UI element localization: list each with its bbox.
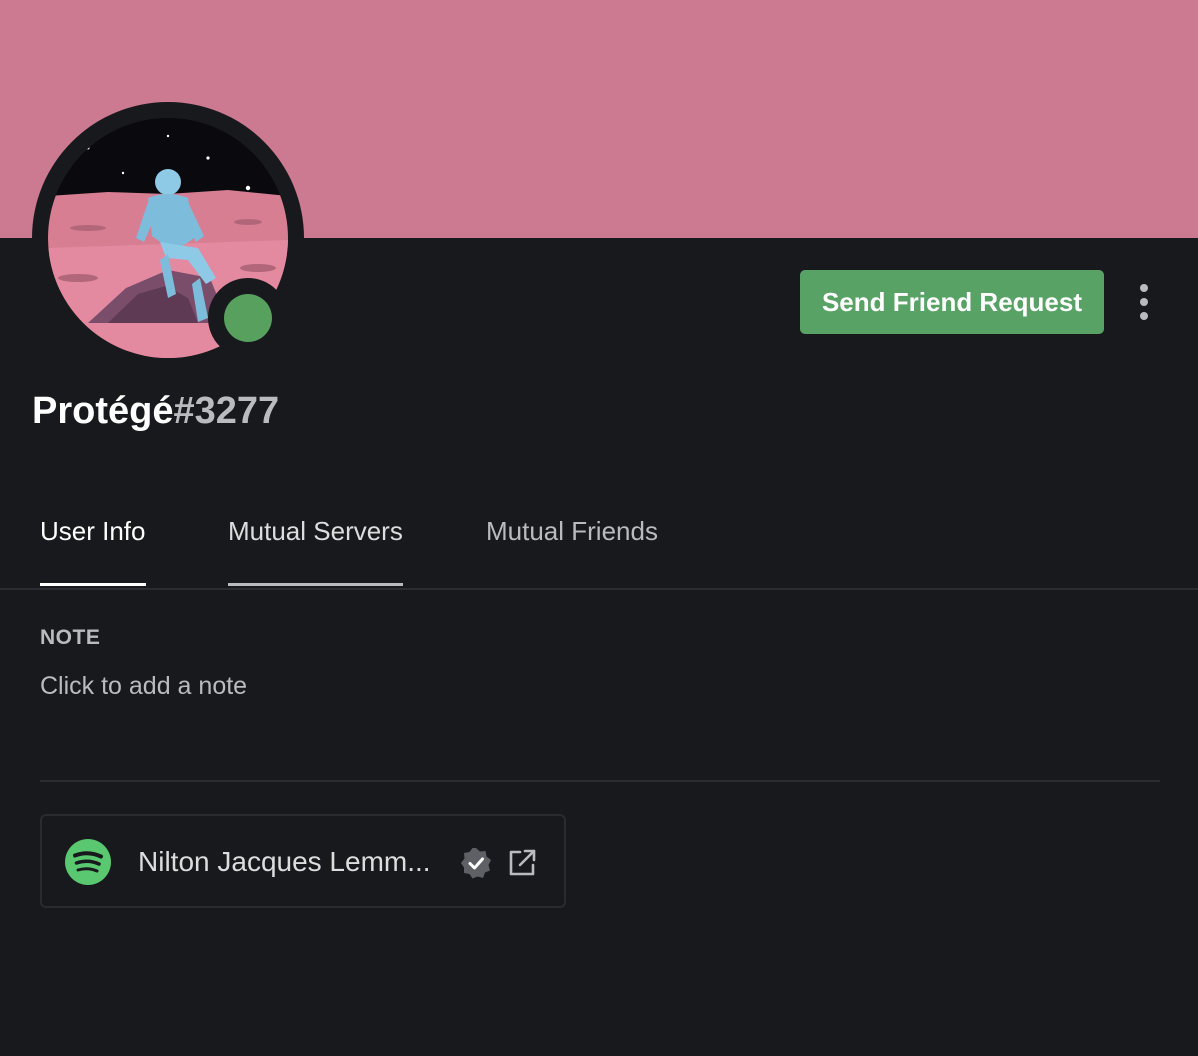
- section-divider: [40, 780, 1160, 782]
- tab-mutual-friends[interactable]: Mutual Friends: [486, 500, 658, 586]
- connected-account-spotify: Nilton Jacques Lemm...: [40, 814, 566, 908]
- external-link-icon[interactable]: [506, 847, 538, 879]
- more-vertical-icon[interactable]: [1124, 278, 1164, 326]
- tab-label: Mutual Friends: [486, 516, 658, 546]
- profile-tab-bar: User Info Mutual Servers Mutual Friends: [40, 500, 1160, 588]
- username: Protégé: [32, 390, 174, 432]
- spotify-icon: [65, 839, 111, 885]
- tab-label: User Info: [40, 516, 146, 546]
- tab-user-info[interactable]: User Info: [40, 500, 146, 586]
- tab-divider: [0, 588, 1198, 590]
- note-header: NOTE: [40, 626, 101, 649]
- avatar-wrapper: [32, 102, 304, 374]
- more-dot: [1140, 284, 1148, 292]
- verified-badge-icon: [461, 848, 491, 879]
- tab-active-underline: [40, 583, 146, 586]
- connection-account-name: Nilton Jacques Lemm...: [138, 846, 431, 877]
- online-status-icon: [224, 294, 272, 342]
- tab-mutual-servers[interactable]: Mutual Servers: [228, 500, 403, 586]
- tab-label: Mutual Servers: [228, 516, 403, 546]
- more-dot: [1140, 298, 1148, 306]
- more-dot: [1140, 312, 1148, 320]
- status-indicator-ring: [208, 278, 288, 358]
- send-friend-request-button[interactable]: Send Friend Request: [800, 270, 1104, 334]
- discriminator: #3277: [173, 390, 280, 432]
- note-input[interactable]: Click to add a note: [40, 672, 247, 701]
- user-profile-modal: Send Friend Request Protégé#3277 User In…: [0, 0, 1198, 1056]
- tab-hover-underline: [228, 583, 403, 586]
- username-tag: Protégé#3277: [32, 390, 279, 433]
